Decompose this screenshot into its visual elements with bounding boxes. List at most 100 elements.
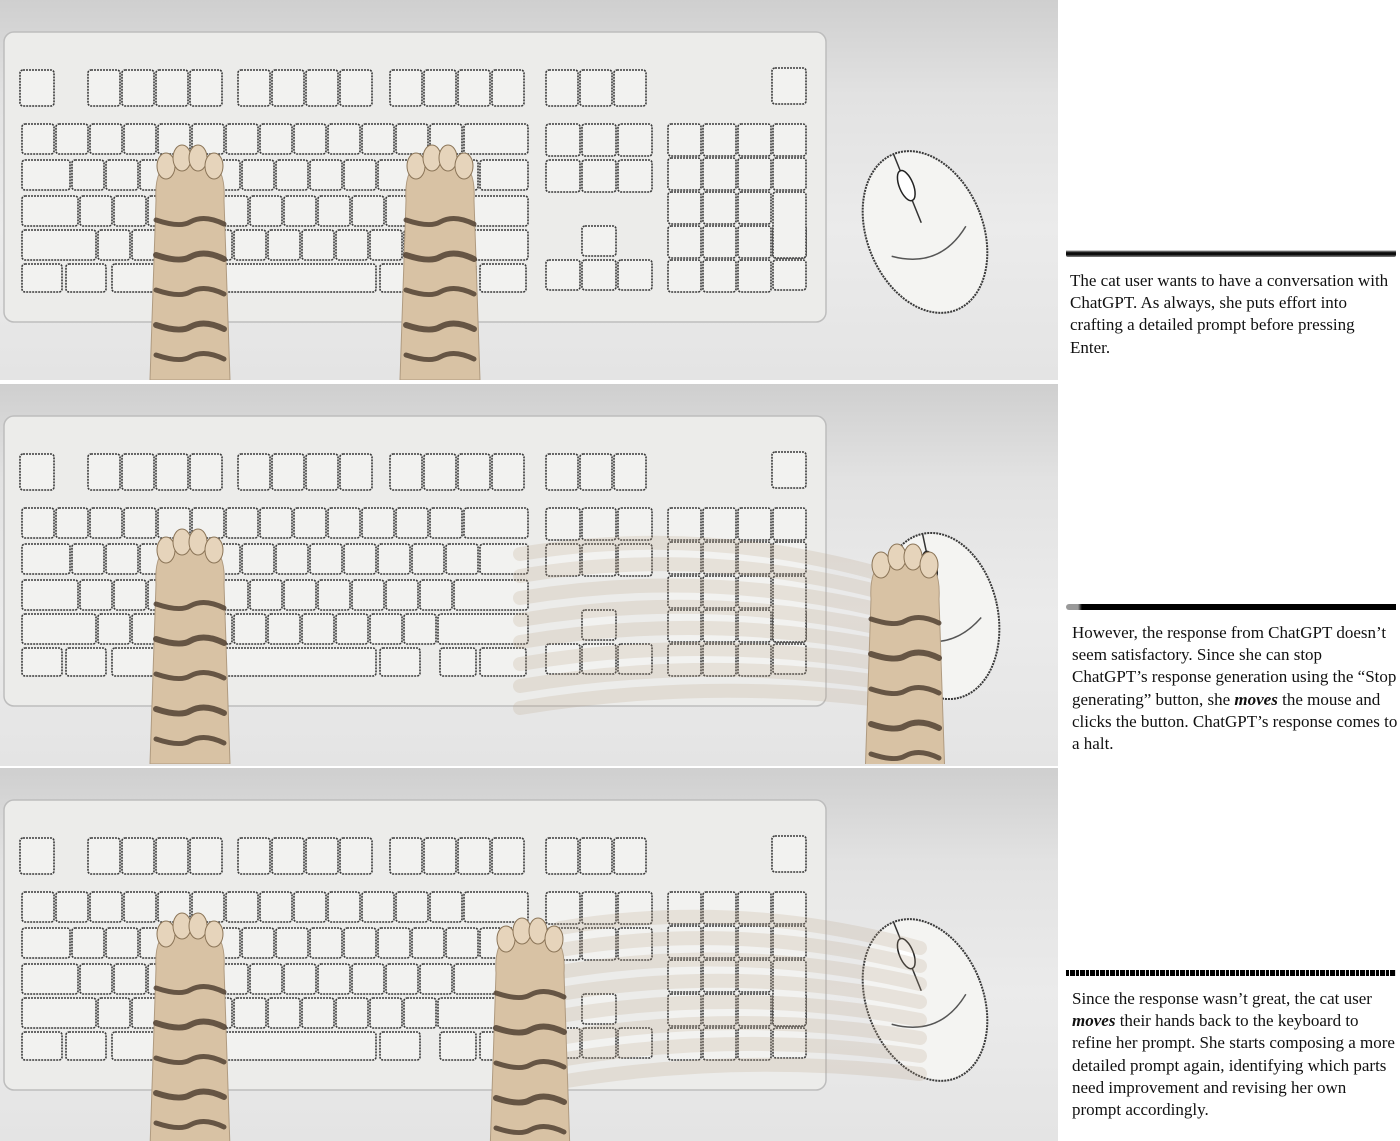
key bbox=[772, 191, 807, 259]
key bbox=[545, 259, 581, 291]
key bbox=[737, 157, 772, 191]
key bbox=[237, 453, 271, 491]
keyboard-scene bbox=[3, 31, 989, 380]
key bbox=[225, 507, 259, 539]
key bbox=[351, 195, 385, 227]
key bbox=[293, 123, 327, 155]
key bbox=[379, 1031, 421, 1061]
paw-toe bbox=[919, 551, 939, 579]
key bbox=[702, 191, 737, 225]
paw-toe bbox=[172, 912, 192, 940]
key bbox=[369, 997, 403, 1029]
key bbox=[189, 69, 223, 107]
key bbox=[301, 229, 335, 261]
key bbox=[702, 225, 737, 259]
paw-toe bbox=[544, 925, 564, 953]
key bbox=[21, 123, 55, 155]
key bbox=[617, 259, 653, 291]
key bbox=[309, 159, 343, 191]
key bbox=[21, 229, 97, 261]
paw-leg bbox=[149, 153, 231, 380]
key bbox=[89, 891, 123, 923]
key bbox=[737, 123, 772, 157]
key bbox=[55, 123, 89, 155]
key bbox=[772, 259, 807, 291]
paw-toe bbox=[887, 543, 907, 571]
paw-toe bbox=[188, 912, 208, 940]
key bbox=[457, 837, 491, 875]
key bbox=[737, 259, 772, 293]
key bbox=[429, 507, 463, 539]
key bbox=[65, 647, 107, 677]
key bbox=[21, 1031, 63, 1061]
key bbox=[65, 263, 107, 293]
key bbox=[259, 507, 293, 539]
key bbox=[343, 543, 377, 575]
paw-toe bbox=[172, 528, 192, 556]
caption-text: The cat user wants to have a conversatio… bbox=[1070, 271, 1389, 357]
key bbox=[233, 997, 267, 1029]
key bbox=[335, 613, 369, 645]
key bbox=[369, 229, 403, 261]
key bbox=[771, 835, 807, 873]
key bbox=[271, 69, 305, 107]
key bbox=[155, 69, 189, 107]
key bbox=[123, 123, 157, 155]
key bbox=[21, 891, 55, 923]
cat-paw-on-mouse bbox=[864, 543, 946, 764]
key bbox=[293, 891, 327, 923]
paw-toe bbox=[156, 152, 176, 180]
key bbox=[55, 891, 89, 923]
key bbox=[317, 195, 351, 227]
key bbox=[369, 613, 403, 645]
key bbox=[155, 837, 189, 875]
key bbox=[439, 1031, 477, 1061]
key bbox=[121, 69, 155, 107]
key bbox=[479, 263, 527, 293]
key bbox=[361, 507, 395, 539]
key bbox=[237, 837, 271, 875]
key bbox=[339, 453, 373, 491]
key bbox=[617, 123, 653, 157]
mouse-body bbox=[861, 150, 989, 314]
key bbox=[395, 507, 429, 539]
key bbox=[21, 647, 63, 677]
key bbox=[249, 195, 283, 227]
key bbox=[361, 891, 395, 923]
key bbox=[389, 837, 423, 875]
key bbox=[21, 507, 55, 539]
key bbox=[613, 453, 647, 491]
key bbox=[667, 191, 702, 225]
key bbox=[97, 613, 131, 645]
paw-toe bbox=[188, 528, 208, 556]
key bbox=[335, 229, 369, 261]
paw-leg bbox=[489, 926, 571, 1141]
key bbox=[491, 453, 525, 491]
key bbox=[267, 229, 301, 261]
key bbox=[457, 69, 491, 107]
key bbox=[293, 507, 327, 539]
key bbox=[579, 837, 613, 875]
key bbox=[702, 157, 737, 191]
paw-toe bbox=[406, 152, 426, 180]
key bbox=[327, 891, 361, 923]
key bbox=[389, 453, 423, 491]
key bbox=[579, 453, 613, 491]
key bbox=[377, 159, 411, 191]
key bbox=[111, 263, 377, 293]
paw-toe bbox=[156, 536, 176, 564]
key bbox=[87, 69, 121, 107]
key bbox=[79, 195, 113, 227]
key bbox=[457, 453, 491, 491]
cat-paw-left bbox=[149, 144, 231, 380]
key bbox=[123, 891, 157, 923]
cat-paw-right bbox=[489, 917, 571, 1141]
key bbox=[225, 891, 259, 923]
cat-paw-left bbox=[149, 528, 231, 764]
key bbox=[305, 69, 339, 107]
key bbox=[737, 225, 772, 259]
caption-emphasis: moves bbox=[1234, 689, 1278, 709]
key bbox=[411, 543, 445, 575]
key bbox=[259, 123, 293, 155]
key bbox=[545, 837, 579, 875]
